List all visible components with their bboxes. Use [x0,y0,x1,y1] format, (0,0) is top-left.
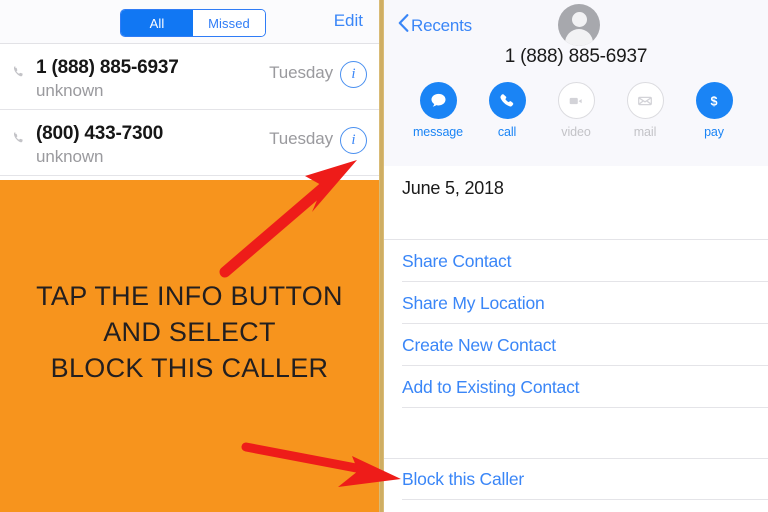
menu-label: Block this Caller [402,469,525,489]
svg-text:$: $ [710,94,717,108]
chevron-left-icon [398,14,409,37]
instruction-text: TAP THE INFO BUTTON AND SELECT BLOCK THI… [0,278,379,386]
instruction-line-2: AND SELECT [103,317,276,347]
screenshot-root: All Missed Edit 1 (888) 885-6937 unknown… [0,0,768,512]
outgoing-call-icon [12,130,28,146]
envelope-icon [626,82,664,119]
action-label: message [412,125,464,139]
detail-header: Recents 1 (888) 885-6937 message call vi… [384,0,768,166]
list-item-add-to-existing-contact[interactable]: Add to Existing Contact [384,366,768,408]
action-message[interactable]: message [410,82,466,139]
action-mail: mail [617,82,673,139]
recents-header: All Missed Edit [0,0,379,44]
row-divider [0,175,379,176]
action-label: mail [633,125,657,139]
instruction-callout: TAP THE INFO BUTTON AND SELECT BLOCK THI… [0,180,379,512]
list-item-share-contact[interactable]: Share Contact [384,240,768,282]
call-number: (800) 433-7300 [36,123,164,144]
row-divider [402,407,768,408]
menu-label: Share My Location [402,293,545,313]
menu-label: Create New Contact [402,335,556,355]
outgoing-call-icon [12,64,28,80]
call-timestamp: Tuesday [269,63,333,82]
action-label: call [497,125,517,139]
call-date-label: June 5, 2018 [402,178,504,198]
contact-number: 1 (888) 885-6937 [504,46,648,67]
action-call[interactable]: call [479,82,535,139]
contact-actions-menu: Share Contact Share My Location Create N… [384,240,768,408]
call-date-section: June 5, 2018 [384,166,768,240]
table-row[interactable]: (800) 433-7300 unknown Tuesday i [0,110,379,176]
action-video: video [548,82,604,139]
recents-panel: All Missed Edit 1 (888) 885-6937 unknown… [0,0,379,512]
list-item-create-new-contact[interactable]: Create New Contact [384,324,768,366]
info-button[interactable]: i [340,61,367,88]
table-row[interactable]: 1 (888) 885-6937 unknown Tuesday i [0,44,379,110]
menu-label: Share Contact [402,251,512,271]
back-to-recents-button[interactable]: Recents [398,14,472,37]
action-label: video [561,125,591,139]
back-label: Recents [411,15,472,35]
calls-filter-segmented-control[interactable]: All Missed [120,9,266,37]
list-item-share-my-location[interactable]: Share My Location [384,282,768,324]
call-detail-panel: Recents 1 (888) 885-6937 message call vi… [384,0,768,512]
call-subtitle: unknown [36,147,104,166]
action-label: pay [704,125,724,139]
call-timestamp: Tuesday [269,129,333,148]
quick-actions: message call video mail $ pay [384,82,768,139]
instruction-line-3: BLOCK THIS CALLER [50,353,329,383]
avatar [558,4,600,46]
instruction-line-1: TAP THE INFO BUTTON [36,281,343,311]
call-number: 1 (888) 885-6937 [36,57,179,78]
edit-button[interactable]: Edit [334,12,363,29]
avatar-body [565,29,593,46]
info-button[interactable]: i [340,127,367,154]
block-section: Block this Caller [384,458,768,500]
tab-missed[interactable]: Missed [193,10,265,36]
menu-label: Add to Existing Contact [402,377,580,397]
video-camera-icon [557,82,595,119]
panel-divider-line [380,0,383,512]
dollar-sign-icon: $ [695,82,733,119]
action-pay[interactable]: $ pay [686,82,742,139]
phone-icon [488,82,526,119]
block-this-caller-item[interactable]: Block this Caller [384,458,768,500]
row-divider [402,499,768,500]
call-subtitle: unknown [36,81,104,100]
message-bubble-icon [419,82,457,119]
tab-all[interactable]: All [121,10,193,36]
avatar-head [571,12,587,27]
